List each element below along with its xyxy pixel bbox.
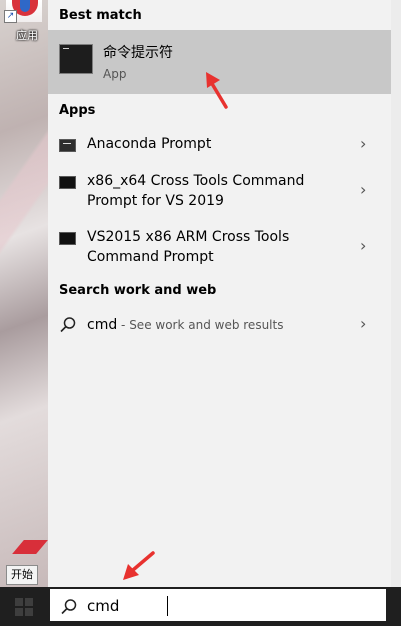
web-result-text: cmd - See work and web results	[87, 315, 337, 335]
windows-logo-pane	[15, 608, 23, 616]
apps-heading: Apps	[59, 103, 96, 118]
annotation-arrow-icon	[206, 72, 228, 109]
web-result-suffix: - See work and web results	[117, 318, 284, 332]
best-match-heading: Best match	[59, 8, 142, 23]
shortcut-arrow-icon: ↗	[4, 10, 17, 23]
search-input-value: cmd	[87, 597, 120, 615]
windows-logo-pane	[15, 598, 23, 606]
start-tooltip: 开始	[6, 565, 38, 585]
terminal-icon	[59, 232, 76, 245]
command-prompt-icon	[59, 44, 93, 74]
web-result-item[interactable]: cmd - See work and web results ›	[48, 313, 391, 339]
text-caret	[167, 596, 168, 616]
search-web-heading: Search work and web	[59, 283, 217, 298]
wallpaper-accent	[12, 540, 48, 554]
app-result-label: Anaconda Prompt	[87, 136, 212, 152]
app-result-vs2015[interactable]: VS2015 x86 ARM Cross Tools Command Promp…	[48, 226, 391, 268]
desktop-icon-label[interactable]: 应用	[16, 27, 38, 43]
best-match-subtitle: App	[103, 67, 127, 81]
app-result-label: VS2015 x86 ARM Cross Tools Command Promp…	[87, 229, 290, 265]
start-button[interactable]	[15, 598, 33, 616]
taskbar-search-input[interactable]: cmd	[48, 587, 388, 623]
panel-edge	[391, 0, 401, 587]
app-result-label: x86_x64 Cross Tools Command Prompt for V…	[87, 173, 305, 209]
terminal-icon	[59, 139, 76, 152]
chevron-right-icon[interactable]: ›	[360, 180, 366, 199]
taskbar: cmd	[0, 587, 401, 626]
app-result-anaconda[interactable]: Anaconda Prompt ›	[48, 134, 391, 158]
web-result-query: cmd	[87, 317, 118, 333]
search-icon	[60, 317, 76, 333]
windows-logo-pane	[25, 608, 33, 616]
chevron-right-icon[interactable]: ›	[360, 314, 366, 333]
chevron-right-icon[interactable]: ›	[360, 236, 366, 255]
desktop-background: ↗ 应用	[0, 0, 48, 587]
best-match-title: 命令提示符	[103, 45, 173, 61]
chevron-right-icon[interactable]: ›	[360, 134, 366, 153]
app-result-x86-x64[interactable]: x86_x64 Cross Tools Command Prompt for V…	[48, 170, 391, 212]
windows-logo-pane	[25, 598, 33, 606]
terminal-icon	[59, 176, 76, 189]
annotation-arrow-icon	[123, 551, 155, 580]
search-icon	[61, 599, 77, 615]
